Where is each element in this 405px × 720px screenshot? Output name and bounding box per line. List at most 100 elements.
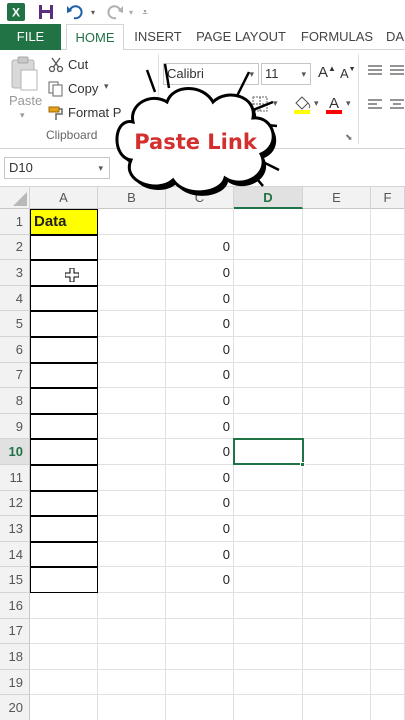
cell-f[interactable] [371,413,405,440]
cell-f[interactable] [371,567,405,593]
cut-button[interactable]: Cut [68,57,88,72]
cell-f[interactable] [371,439,405,465]
cell-f[interactable] [371,388,405,414]
cell-a[interactable] [30,234,98,261]
copy-icon[interactable] [48,81,64,102]
cell-c[interactable]: 0 [166,260,234,286]
cell-e[interactable] [303,234,371,261]
row-header[interactable]: 12 [0,490,30,517]
cell-e[interactable] [303,490,371,517]
row-header[interactable]: 15 [0,567,30,593]
cell-f[interactable] [371,234,405,261]
cell-e[interactable] [303,618,371,645]
worksheet-grid[interactable]: A B C D E F 1 Data 2 0 3 0 4 0 5 0 6 0 7 0 8 0 9 0 10 0 11 0 1… [0,187,405,720]
cell-c[interactable]: 0 [166,362,234,389]
cell-e[interactable] [303,439,371,465]
cell-e[interactable] [303,541,371,568]
row-header[interactable]: 10 [0,439,30,465]
align-left-icon[interactable] [367,98,383,116]
cell-a[interactable] [30,695,98,720]
cell-d[interactable] [234,337,303,363]
cell-f[interactable] [371,362,405,389]
row-header[interactable]: 2 [0,234,30,261]
cell-f[interactable] [371,516,405,542]
cell-b[interactable] [98,465,166,491]
cell-e[interactable] [303,362,371,389]
cell-a[interactable] [30,644,98,670]
cell-a[interactable] [30,439,98,465]
column-header-e[interactable]: E [303,187,371,209]
paste-button-label[interactable]: Paste [9,93,42,108]
row-header[interactable]: 5 [0,311,30,337]
cell-e[interactable] [303,337,371,363]
grow-font-button[interactable]: A▲ [318,64,336,81]
paste-dropdown-icon[interactable]: ▾ [20,110,25,121]
cell-f[interactable] [371,618,405,645]
cell-d[interactable] [234,311,303,337]
cell-a[interactable] [30,413,98,440]
cell-d[interactable] [234,209,303,235]
name-box[interactable]: D10 ▾ [4,157,110,179]
cell-c[interactable] [166,593,234,619]
shrink-font-button[interactable]: A▼ [340,66,356,81]
font-size-dropdown-icon[interactable]: ▾ [301,64,306,84]
fill-handle[interactable] [300,462,305,467]
cell-d[interactable] [234,695,303,720]
cell-b[interactable] [98,618,166,645]
format-painter-icon[interactable] [48,105,64,126]
cell-b[interactable] [98,439,166,465]
column-header-a[interactable]: A [30,187,98,209]
row-header[interactable]: 19 [0,669,30,696]
tab-insert[interactable]: INSERT [128,24,188,50]
copy-button[interactable]: Copy [68,81,98,96]
fill-color-icon[interactable] [292,94,312,119]
cell-d[interactable] [234,388,303,414]
cell-b[interactable] [98,593,166,619]
cell-a[interactable] [30,516,98,542]
cell-b[interactable] [98,567,166,593]
cell-b[interactable] [98,362,166,389]
cell-b[interactable] [98,541,166,568]
cell-b[interactable] [98,695,166,720]
cell-c[interactable]: 0 [166,337,234,363]
align-top-icon[interactable] [367,64,383,82]
cell-b[interactable] [98,644,166,670]
cell-b[interactable] [98,413,166,440]
cell-a[interactable] [30,337,98,363]
row-header[interactable]: 7 [0,362,30,389]
cell-b[interactable] [98,490,166,517]
cell-f[interactable] [371,593,405,619]
cell-d[interactable] [234,362,303,389]
cell-e[interactable] [303,695,371,720]
cell-e[interactable] [303,413,371,440]
cell-f[interactable] [371,490,405,517]
undo-dropdown-icon[interactable]: ▾ [88,2,98,22]
cell-a[interactable] [30,285,98,312]
tab-data[interactable]: DA [386,24,405,50]
cell-e[interactable] [303,567,371,593]
cell-c[interactable]: 0 [166,413,234,440]
cell-a[interactable] [30,593,98,619]
cell-a[interactable] [30,362,98,389]
cell-d[interactable] [234,413,303,440]
cell-e[interactable] [303,311,371,337]
font-launcher-icon[interactable]: ⬊ [345,132,353,143]
cell-c[interactable]: 0 [166,465,234,491]
customize-qat-icon[interactable]: ⩡ [140,2,150,22]
cell-b[interactable] [98,234,166,261]
undo-icon[interactable] [64,2,88,22]
cell-b[interactable] [98,388,166,414]
row-header[interactable]: 17 [0,618,30,645]
row-header[interactable]: 18 [0,644,30,670]
row-header[interactable]: 3 [0,260,30,286]
align-middle-icon[interactable] [389,64,405,82]
cell-b[interactable] [98,285,166,312]
cell-d[interactable] [234,644,303,670]
cell-d[interactable] [234,285,303,312]
cell-e[interactable] [303,669,371,696]
cell-d[interactable] [234,516,303,542]
cell-e[interactable] [303,285,371,312]
cell-a[interactable] [30,388,98,414]
row-header[interactable]: 11 [0,465,30,491]
cell-d[interactable] [234,260,303,286]
